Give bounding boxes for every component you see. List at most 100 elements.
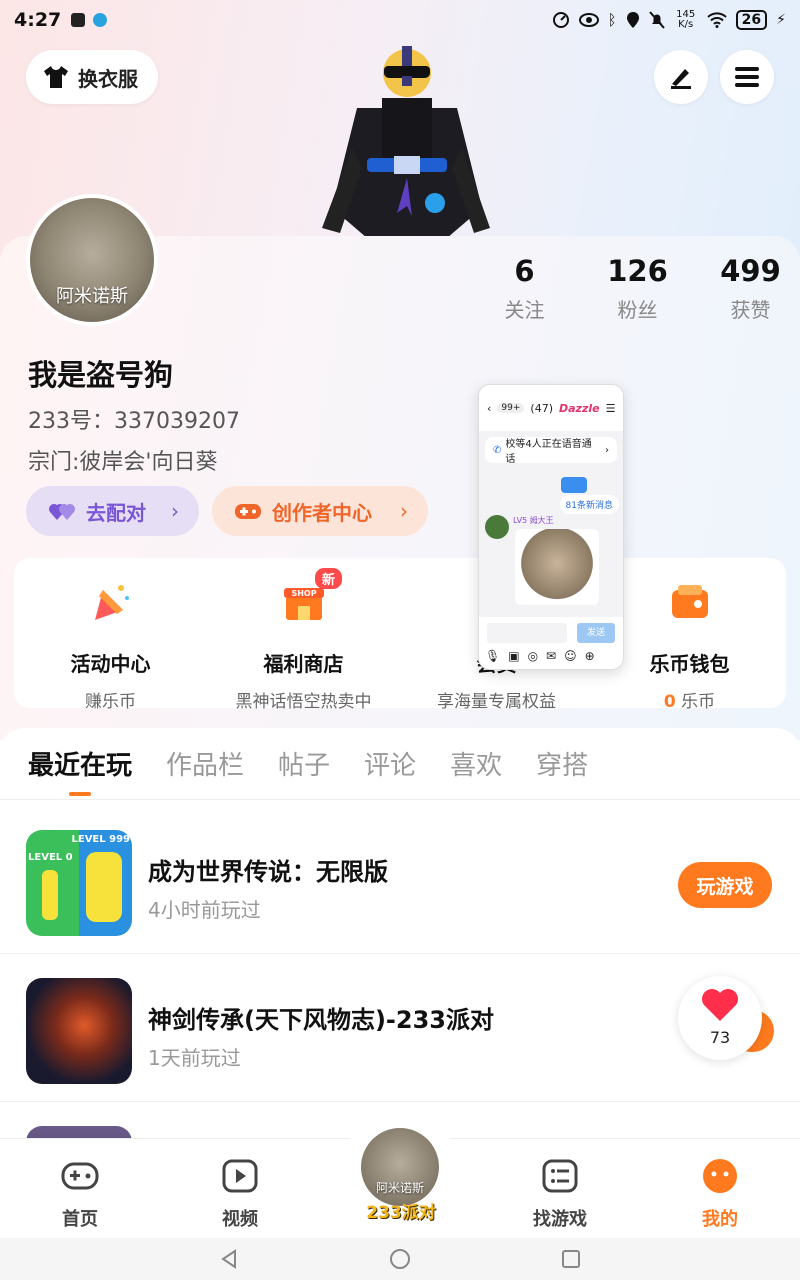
nav-video[interactable]: 视频 <box>180 1139 300 1231</box>
nav-label: 视频 <box>222 1209 258 1230</box>
avatar-character-figure[interactable] <box>312 38 502 238</box>
pair-button-label: 去配对 <box>86 500 146 525</box>
chevron-right-icon: › <box>171 499 179 523</box>
sender-avatar <box>485 515 509 539</box>
back-triangle-icon[interactable] <box>219 1249 239 1269</box>
sender-name: 姆大王 <box>529 516 554 525</box>
thumb-character-small <box>42 870 58 920</box>
stat-followers[interactable]: 126 粉丝 <box>581 254 694 323</box>
send-button[interactable]: 发送 <box>577 623 615 643</box>
stat-following[interactable]: 6 关注 <box>468 254 581 323</box>
chat-input[interactable] <box>487 623 567 643</box>
my-face-icon <box>703 1159 737 1193</box>
tshirt-icon <box>44 66 68 88</box>
nav-find-games[interactable]: 找游戏 <box>500 1139 620 1231</box>
game-last-played: 1天前玩过 <box>148 1046 241 1070</box>
tab-posts[interactable]: 帖子 <box>278 745 330 782</box>
thumb-character-big <box>86 852 122 922</box>
game-name: 成为世界传说：无限版 <box>148 858 388 886</box>
app-notification-icon <box>71 13 86 27</box>
play-game-button[interactable]: 玩游戏 <box>678 862 772 908</box>
thumb-level-right: LEVEL 999 <box>71 834 130 845</box>
stat-value: 499 <box>720 254 781 288</box>
game-item[interactable]: LEVEL 0 LEVEL 999 成为世界传说：无限版 4小时前玩过 玩游戏 <box>0 806 800 954</box>
shop-sign-text: SHOP <box>291 589 316 598</box>
wifi-icon <box>706 12 727 28</box>
menu-button[interactable] <box>720 50 774 104</box>
stat-likes[interactable]: 499 获赞 <box>694 254 800 323</box>
floating-chat-window[interactable]: ‹ 99+ (47) Dazzle ☰ ✆ 校等4人正在语音通话 › 81条新消… <box>478 384 624 670</box>
stat-value: 6 <box>514 254 535 288</box>
heart-icon <box>702 989 738 1021</box>
phone-icon: ✆ <box>493 444 502 456</box>
location-icon <box>626 12 639 28</box>
service-activity-center[interactable]: 活动中心 赚乐币 <box>14 558 207 712</box>
mute-bell-icon <box>648 11 665 29</box>
status-bar: 4:27 ᛒ 145 K/s 26 ⚡ <box>0 0 800 40</box>
profile-stats: 6 关注 126 粉丝 499 获赞 <box>468 254 800 323</box>
service-title: 福利商店 <box>263 652 344 676</box>
user-sect[interactable]: 宗门:彼岸会'向日葵 <box>28 444 217 476</box>
wallet-unit: 乐币 <box>675 692 716 712</box>
video-play-icon <box>222 1159 258 1193</box>
battery-level: 26 <box>735 10 768 30</box>
pair-button[interactable]: 去配对 › <box>26 486 199 536</box>
speed-icon <box>552 12 569 28</box>
home-circle-icon[interactable] <box>389 1248 411 1270</box>
unread-badge: 99+ <box>497 403 525 413</box>
service-welfare-shop[interactable]: 新 SHOP 福利商店 黑神话悟空热卖中 <box>207 558 400 712</box>
like-count: 73 <box>709 1028 731 1047</box>
eye-icon <box>578 13 599 27</box>
service-sub: 0 乐币 <box>593 687 786 712</box>
like-button[interactable]: 73 <box>678 976 762 1060</box>
wardrobe-button[interactable]: 换衣服 <box>26 50 158 104</box>
wallet-balance: 0 <box>663 692 676 712</box>
back-icon[interactable]: ‹ <box>487 402 491 415</box>
chat-input-area: 发送 🎙▣◎✉☺⊕ <box>479 617 623 669</box>
avatar-name: 阿米诺斯 <box>56 286 128 307</box>
nav-home[interactable]: 首页 <box>20 1139 140 1231</box>
nav-mine[interactable]: 我的 <box>660 1139 780 1231</box>
tab-outfits[interactable]: 穿搭 <box>536 745 588 782</box>
chat-bubble <box>561 477 587 493</box>
tab-recent-played[interactable]: 最近在玩 <box>28 745 132 782</box>
chevron-right-icon: › <box>400 499 408 523</box>
recents-square-icon[interactable] <box>561 1249 581 1269</box>
creator-button-label: 创作者中心 <box>272 500 372 525</box>
status-time: 4:27 <box>14 9 62 31</box>
new-messages-pill[interactable]: 81条新消息 <box>559 495 619 514</box>
user-avatar[interactable]: 阿米诺斯 <box>26 194 158 326</box>
voice-call-notice[interactable]: ✆ 校等4人正在语音通话 › <box>485 437 617 465</box>
user-id[interactable]: 233号：337039207 <box>28 403 240 435</box>
profile-tabs: 最近在玩 作品栏 帖子 评论 喜欢 穿搭 <box>0 728 800 800</box>
center-nav-label[interactable]: 233派对 <box>358 1198 444 1223</box>
wallet-icon <box>671 585 708 618</box>
creator-center-button[interactable]: 创作者中心 › <box>212 486 428 536</box>
hamburger-menu-icon <box>735 67 759 87</box>
username: 我是盗号狗 <box>28 358 174 392</box>
pencil-icon <box>671 69 691 89</box>
edit-profile-button[interactable] <box>654 50 708 104</box>
chat-menu-icon[interactable]: ☰ <box>606 402 616 415</box>
game-list-icon <box>542 1159 578 1193</box>
chat-header: ‹ 99+ (47) Dazzle ☰ <box>479 385 623 431</box>
app-notification-icon-2 <box>93 13 108 27</box>
tab-likes[interactable]: 喜欢 <box>450 745 502 782</box>
service-sub: 赚乐币 <box>85 692 136 712</box>
cat-image-message[interactable] <box>515 529 599 605</box>
tab-works[interactable]: 作品栏 <box>166 745 244 782</box>
sender-level: LV5 <box>513 516 528 525</box>
tab-comments[interactable]: 评论 <box>364 745 416 782</box>
thumb-level-left: LEVEL 0 <box>28 852 73 863</box>
center-nav-avatar[interactable]: 阿米诺斯 <box>361 1128 439 1206</box>
hearts-icon <box>49 504 75 520</box>
nav-label: 首页 <box>62 1209 98 1230</box>
nav-label: 我的 <box>702 1209 738 1230</box>
center-avatar-name: 阿米诺斯 <box>375 1181 424 1195</box>
services-panel: 活动中心 赚乐币 新 SHOP 福利商店 黑神话悟空热卖中 会员 享海量专属权益… <box>14 558 786 712</box>
stat-value: 126 <box>607 254 668 288</box>
sender-tag: LV5 姆大王 <box>513 515 554 526</box>
network-speed: 145 K/s <box>676 9 696 30</box>
chat-toolbar-icons[interactable]: 🎙▣◎✉☺⊕ <box>485 649 603 663</box>
game-name: 神剑传承(天下风物志)-233派对 <box>148 1006 494 1034</box>
